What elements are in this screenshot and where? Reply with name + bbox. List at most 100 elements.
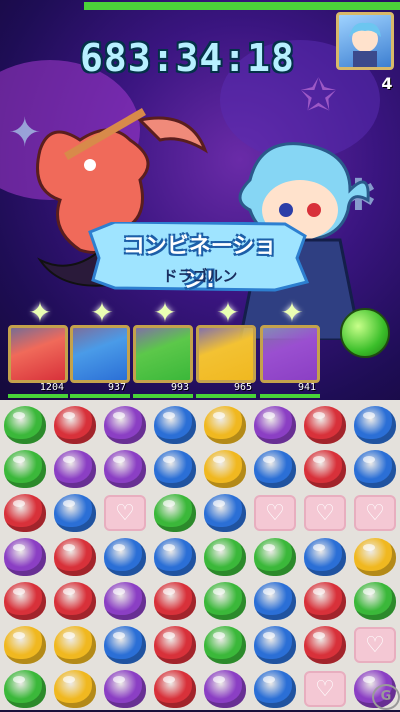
card-hp-bar (133, 394, 193, 398)
card-green[interactable]: ✦ (133, 298, 193, 383)
puyo-blob (204, 494, 246, 532)
puyo-blue[interactable] (251, 446, 299, 492)
puyo-blue[interactable] (151, 446, 199, 492)
puyo-blob (354, 538, 396, 576)
enemy-turn-counter: 4 (381, 74, 393, 93)
card-purple[interactable]: ✦ (260, 298, 320, 383)
puyo-green[interactable] (351, 578, 399, 624)
puyo-purple[interactable] (51, 446, 99, 492)
puyo-green[interactable] (1, 402, 49, 448)
puyo-blob (104, 538, 146, 576)
puyo-blob (204, 582, 246, 620)
heart-block[interactable]: ♡ (251, 490, 299, 536)
puyo-blob (254, 670, 296, 708)
puyo-blob (54, 450, 96, 488)
puyo-blue[interactable] (201, 490, 249, 536)
puyo-green[interactable] (201, 622, 249, 668)
puyo-red[interactable] (301, 578, 349, 624)
puyo-blob (154, 494, 196, 532)
card-blue[interactable]: ✦ (70, 298, 130, 383)
puyo-blue[interactable] (351, 446, 399, 492)
puyo-yellow[interactable] (51, 666, 99, 712)
puyo-blob (104, 406, 146, 444)
puyo-red[interactable] (151, 622, 199, 668)
sparkle-icon: ✦ (28, 296, 52, 329)
puyo-blue[interactable] (251, 622, 299, 668)
puyo-red[interactable] (301, 446, 349, 492)
heart-block[interactable]: ♡ (351, 622, 399, 668)
puyo-blue[interactable] (101, 622, 149, 668)
puyo-blob (4, 406, 46, 444)
puyo-blob (54, 582, 96, 620)
puyo-blue[interactable] (301, 534, 349, 580)
puyo-blob (154, 538, 196, 576)
puyo-blue[interactable] (351, 402, 399, 448)
puyo-blue[interactable] (51, 490, 99, 536)
puyo-green[interactable] (1, 666, 49, 712)
puyo-red[interactable] (151, 666, 199, 712)
heart-block[interactable]: ♡ (351, 490, 399, 536)
puyo-yellow[interactable] (51, 622, 99, 668)
player-hp-bar (84, 2, 400, 10)
puyo-green[interactable] (251, 534, 299, 580)
card-red[interactable]: ✦ (8, 298, 68, 383)
card-hp-bar (196, 394, 256, 398)
puyo-yellow[interactable] (201, 446, 249, 492)
puyo-purple[interactable] (201, 666, 249, 712)
puyo-red[interactable] (51, 402, 99, 448)
puyo-blob (354, 450, 396, 488)
puyo-blob (354, 406, 396, 444)
combo-name: ドラゴルン (162, 267, 238, 285)
puyo-red[interactable] (1, 490, 49, 536)
puyo-blob (204, 406, 246, 444)
puyo-purple[interactable] (1, 534, 49, 580)
heart-icon: ♡ (354, 495, 396, 531)
puyo-blob (54, 670, 96, 708)
puyo-purple[interactable] (101, 666, 149, 712)
sparkle-icon: ✦ (153, 296, 177, 329)
puyo-green[interactable] (1, 446, 49, 492)
puyo-purple[interactable] (101, 446, 149, 492)
enemy-portrait[interactable] (336, 12, 394, 70)
puyo-red[interactable] (1, 578, 49, 624)
puyo-purple[interactable] (101, 578, 149, 624)
puyo-blob (254, 538, 296, 576)
puyo-yellow[interactable] (1, 622, 49, 668)
puyo-purple[interactable] (251, 402, 299, 448)
battle-timer: 683:34:18 (80, 36, 295, 80)
puyo-yellow[interactable] (351, 534, 399, 580)
card-yellow[interactable]: ✦ (196, 298, 256, 383)
puyo-blue[interactable] (151, 534, 199, 580)
heart-block[interactable]: ♡ (301, 666, 349, 712)
puyo-blue[interactable] (251, 666, 299, 712)
puyo-blob (154, 582, 196, 620)
puyo-blue[interactable] (151, 402, 199, 448)
puyo-blob (54, 626, 96, 664)
enemy-avatar-icon (349, 22, 381, 67)
puyo-red[interactable] (301, 402, 349, 448)
puyo-blob (4, 670, 46, 708)
puyo-blob (104, 626, 146, 664)
puyo-blob (204, 626, 246, 664)
card-hp-value: 937 (107, 382, 126, 393)
card-hp-value: 1204 (39, 382, 64, 393)
puyo-red[interactable] (151, 578, 199, 624)
puyo-board[interactable]: ♡ ♡ ♡ ♡ ♡ ♡ (0, 400, 400, 710)
puyo-blue[interactable] (101, 534, 149, 580)
puyo-green[interactable] (201, 578, 249, 624)
puyo-blob (204, 450, 246, 488)
puyo-purple[interactable] (101, 402, 149, 448)
puyo-yellow[interactable] (201, 402, 249, 448)
card-row: ✦ 1204 ✦ 937 ✦ 993 ✦ 965 ✦ 941 (0, 298, 400, 400)
puyo-blue[interactable] (251, 578, 299, 624)
puyo-blob (4, 494, 46, 532)
heart-block[interactable]: ♡ (101, 490, 149, 536)
player-hp-fill (84, 2, 400, 10)
puyo-red[interactable] (51, 578, 99, 624)
puyo-green[interactable] (201, 534, 249, 580)
puyo-green[interactable] (151, 490, 199, 536)
heart-icon: ♡ (304, 671, 346, 707)
heart-block[interactable]: ♡ (301, 490, 349, 536)
puyo-red[interactable] (301, 622, 349, 668)
puyo-red[interactable] (51, 534, 99, 580)
